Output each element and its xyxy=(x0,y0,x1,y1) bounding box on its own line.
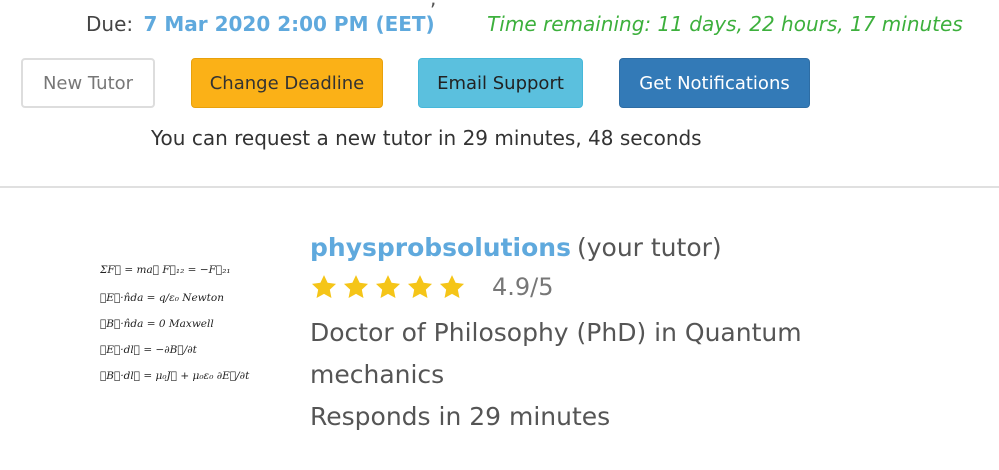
change-deadline-button[interactable]: Change Deadline xyxy=(191,58,383,108)
formula-line: ∮B⃗·dl⃗ = μ₀J⃗ + μ₀ε₀ ∂E⃗/∂t xyxy=(100,370,250,382)
star-icon xyxy=(343,275,369,298)
clipped-top-text: , xyxy=(430,0,436,10)
section-divider xyxy=(0,186,999,188)
tutor-name-link[interactable]: physprobsolutions xyxy=(310,233,571,262)
formula-line: ΣF⃗ = ma⃗ F⃗₁₂ = −F⃗₂₁ xyxy=(100,264,231,276)
tutor-degree: Doctor of Philosophy (PhD) in Quantum me… xyxy=(310,318,802,389)
star-icon xyxy=(375,275,401,298)
formula-line: ∮E⃗·n̂da = q/ε₀ Newton xyxy=(100,292,224,304)
page: , Due: 7 Mar 2020 2:00 PM (EET) Time rem… xyxy=(0,0,999,470)
rating-value: 4.9/5 xyxy=(492,273,554,301)
tutor-role-label: (your tutor) xyxy=(576,233,722,262)
star-icon xyxy=(439,275,465,298)
new-tutor-button[interactable]: New Tutor xyxy=(21,58,155,108)
tutor-avatar: ΣF⃗ = ma⃗ F⃗₁₂ = −F⃗₂₁ ∮E⃗·n̂da = q/ε₀ N… xyxy=(100,255,250,395)
star-icon xyxy=(407,275,433,298)
tutor-name-line: physprobsolutions (your tutor) xyxy=(310,230,970,266)
response-time: Responds in 29 minutes xyxy=(310,402,611,431)
due-date: 7 Mar 2020 2:00 PM (EET) xyxy=(143,12,435,36)
star-icon xyxy=(311,275,337,298)
star-rating xyxy=(310,273,466,301)
due-line: Due: 7 Mar 2020 2:00 PM (EET) Time remai… xyxy=(86,10,963,38)
physics-formulas-image: ΣF⃗ = ma⃗ F⃗₁₂ = −F⃗₂₁ ∮E⃗·n̂da = q/ε₀ N… xyxy=(100,264,250,382)
formula-line: ∮B⃗·n̂da = 0 Maxwell xyxy=(100,318,214,330)
due-label: Due: xyxy=(86,12,134,36)
get-notifications-button[interactable]: Get Notifications xyxy=(619,58,810,108)
tutor-info: physprobsolutions (your tutor) 4.9/5 Doct… xyxy=(310,230,970,438)
rating: 4.9/5 xyxy=(310,270,970,304)
request-new-tutor-notice: You can request a new tutor in 29 minute… xyxy=(151,126,702,150)
formula-line: ∮E⃗·dl⃗ = −∂B⃗/∂t xyxy=(100,344,198,356)
time-remaining: Time remaining: 11 days, 22 hours, 17 mi… xyxy=(487,12,963,36)
email-support-button[interactable]: Email Support xyxy=(418,58,583,108)
